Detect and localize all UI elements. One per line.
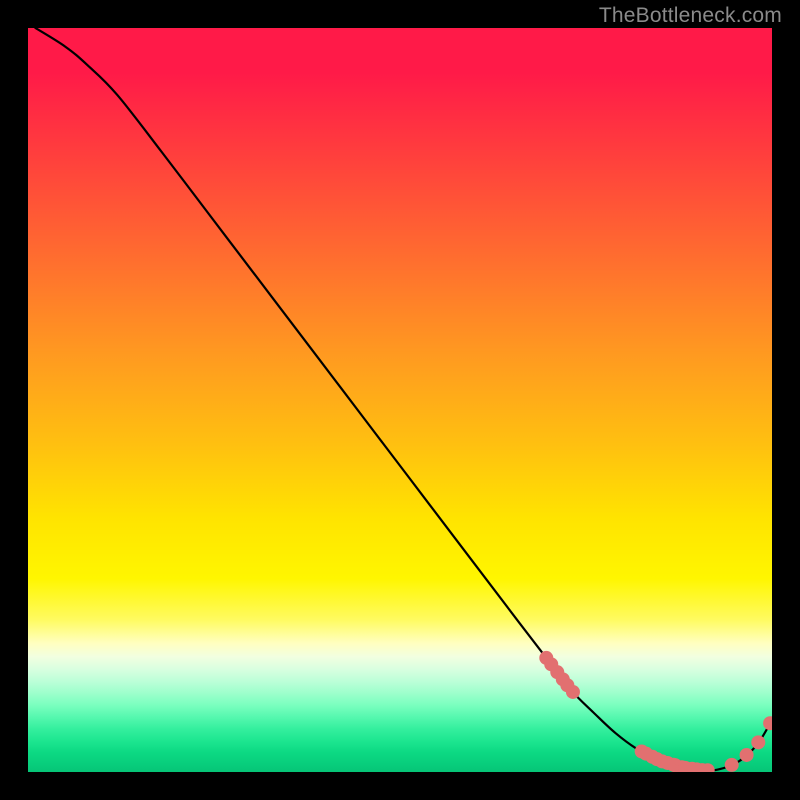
data-dot [740, 748, 754, 762]
data-dot [751, 735, 765, 749]
data-dot [763, 716, 772, 730]
data-dot [566, 685, 580, 699]
plot-area [28, 28, 772, 772]
watermark-text: TheBottleneck.com [599, 4, 782, 28]
data-dot [725, 758, 739, 772]
chart-stage: TheBottleneck.com [0, 0, 800, 800]
data-dots [539, 651, 772, 772]
chart-svg [28, 28, 772, 772]
bottleneck-curve-path [35, 28, 772, 771]
